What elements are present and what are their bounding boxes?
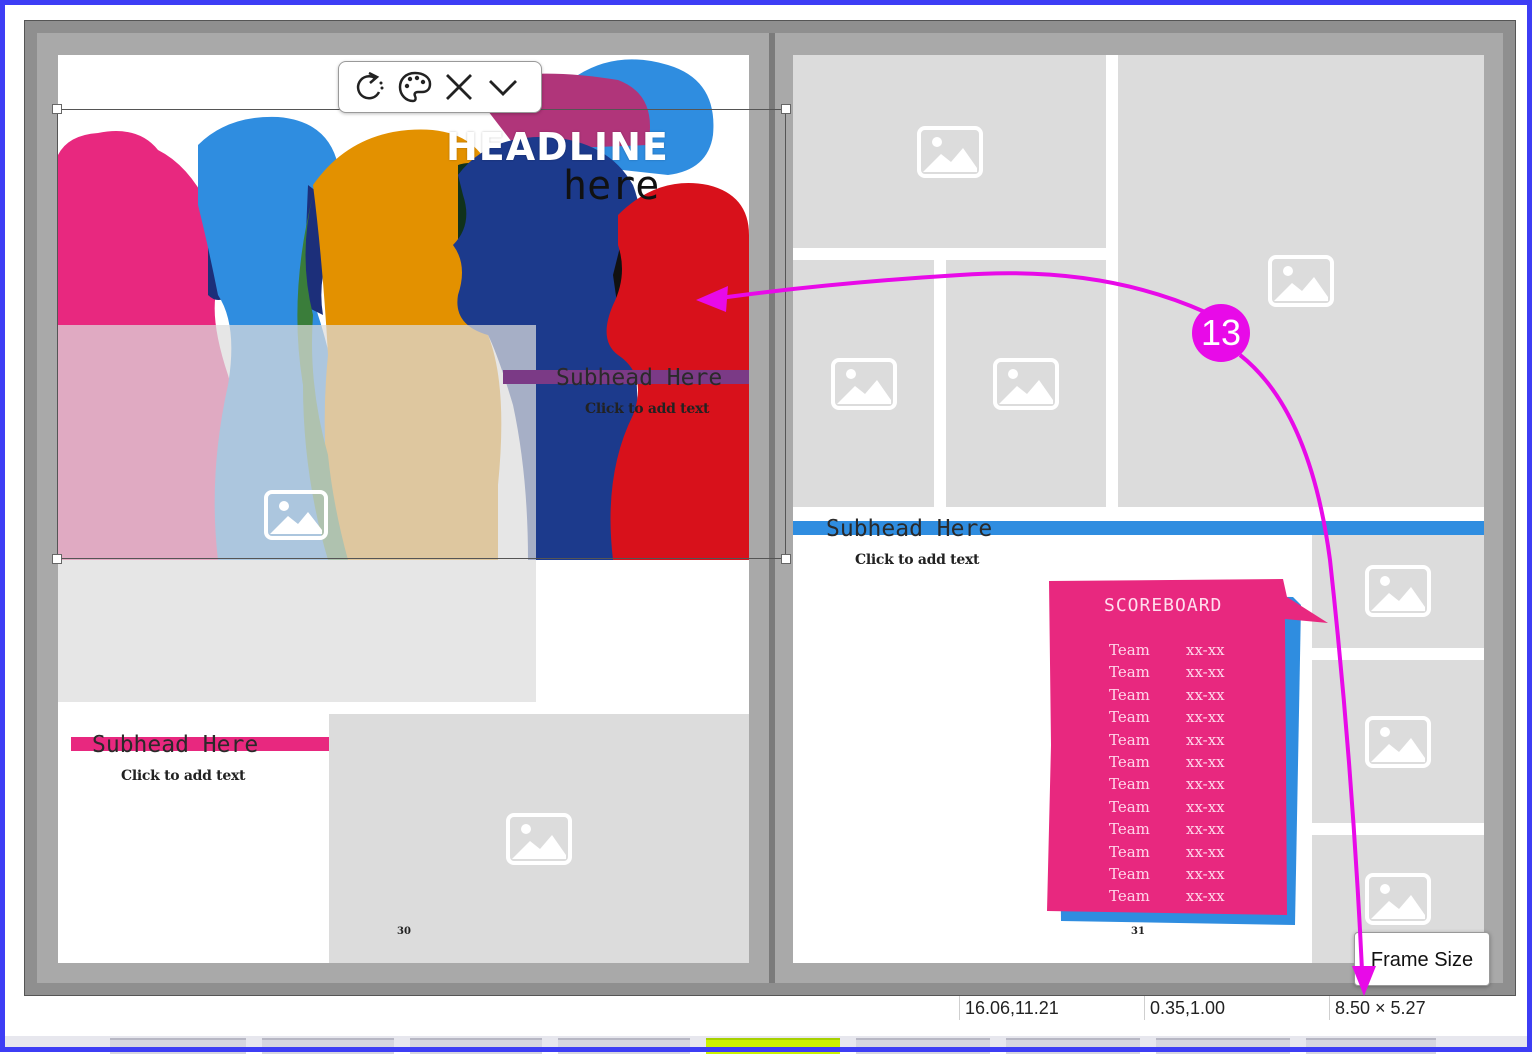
image-placeholder[interactable] <box>1118 55 1484 507</box>
resize-handle-bottom-left[interactable] <box>52 554 62 564</box>
scoreboard-team[interactable]: Team <box>1109 641 1150 659</box>
offset-readout: 0.35,1.00 <box>1150 998 1226 1018</box>
scoreboard-score[interactable]: xx-xx <box>1186 731 1225 749</box>
scoreboard-team[interactable]: Team <box>1109 887 1150 905</box>
click-to-add-text[interactable]: Click to add text <box>855 552 979 568</box>
scoreboard-score[interactable]: xx-xx <box>1186 820 1225 838</box>
click-to-add-text[interactable]: Click to add text <box>121 768 245 784</box>
subhead-text[interactable]: Subhead Here <box>92 732 258 758</box>
scoreboard-team[interactable]: Team <box>1109 663 1150 681</box>
scoreboard-score[interactable]: xx-xx <box>1186 663 1225 681</box>
image-icon <box>830 357 897 410</box>
bottom-toolbar-strip <box>0 1036 1532 1054</box>
scoreboard-score[interactable]: xx-xx <box>1186 753 1225 771</box>
palette-icon <box>398 71 432 103</box>
subhead-text[interactable]: Subhead Here <box>556 365 722 391</box>
page-number: 30 <box>397 926 411 937</box>
scoreboard-score[interactable]: xx-xx <box>1186 843 1225 861</box>
click-to-add-text[interactable]: Click to add text <box>585 401 709 417</box>
scoreboard-team[interactable]: Team <box>1109 753 1150 771</box>
scoreboard-title[interactable]: SCOREBOARD <box>1104 595 1222 616</box>
image-placeholder[interactable] <box>793 260 934 507</box>
scoreboard-score[interactable]: xx-xx <box>1186 708 1225 726</box>
scoreboard-score[interactable]: xx-xx <box>1186 641 1225 659</box>
status-bar: 16.06,11.21 0.35,1.00 8.50 × 5.27 <box>24 996 1516 1020</box>
image-icon <box>916 125 983 178</box>
status-divider <box>1329 996 1330 1020</box>
image-icon <box>1365 715 1431 768</box>
image-icon <box>993 357 1059 410</box>
scoreboard-score[interactable]: xx-xx <box>1186 887 1225 905</box>
scoreboard-team[interactable]: Team <box>1109 820 1150 838</box>
scoreboard-team[interactable]: Team <box>1109 686 1150 704</box>
left-page[interactable]: HEADLINE here Subhead Here Click to add … <box>58 55 749 963</box>
resize-handle-bottom-right[interactable] <box>781 554 791 564</box>
rotate-icon <box>356 71 384 100</box>
scoreboard-score[interactable]: xx-xx <box>1186 798 1225 816</box>
status-divider <box>1144 996 1145 1020</box>
scoreboard-team[interactable]: Team <box>1109 798 1150 816</box>
image-placeholder[interactable] <box>946 260 1106 507</box>
scoreboard-score[interactable]: xx-xx <box>1186 686 1225 704</box>
scoreboard-team[interactable]: Team <box>1109 843 1150 861</box>
color-palette-button[interactable] <box>397 70 433 104</box>
frame-size-readout: 8.50 × 5.27 <box>1335 998 1426 1018</box>
image-icon <box>264 490 328 540</box>
spread-spine <box>769 33 775 983</box>
frame-toolbar <box>338 61 542 113</box>
rotate-button[interactable] <box>353 70 389 104</box>
scoreboard-team[interactable]: Team <box>1109 865 1150 883</box>
image-placeholder[interactable] <box>793 55 1106 248</box>
close-button[interactable] <box>441 70 477 104</box>
layout-workspace: HEADLINE here Subhead Here Click to add … <box>24 20 1516 996</box>
more-options-button[interactable] <box>485 70 521 104</box>
page-number: 31 <box>1131 926 1145 937</box>
scoreboard-team[interactable]: Team <box>1109 775 1150 793</box>
right-page[interactable]: Subhead Here Click to add text SCOREBOAR… <box>793 55 1484 963</box>
scoreboard-score[interactable]: xx-xx <box>1186 865 1225 883</box>
resize-handle-top-left[interactable] <box>52 104 62 114</box>
position-readout: 16.06,11.21 <box>965 998 1059 1018</box>
image-icon <box>1268 255 1334 307</box>
scoreboard-team[interactable]: Team <box>1109 708 1150 726</box>
headline-subtext[interactable]: here <box>563 163 659 209</box>
chevron-down-icon <box>489 80 517 96</box>
image-icon <box>1365 873 1431 925</box>
resize-handle-top-right[interactable] <box>781 104 791 114</box>
step-badge: 13 <box>1192 304 1250 362</box>
image-icon <box>506 812 572 865</box>
image-placeholder[interactable] <box>329 714 749 963</box>
close-icon <box>446 74 472 100</box>
scoreboard-team[interactable]: Team <box>1109 731 1150 749</box>
subhead-text[interactable]: Subhead Here <box>826 516 992 542</box>
frame-size-tooltip: Frame Size <box>1354 932 1490 986</box>
image-icon <box>1365 564 1431 617</box>
page-spread: HEADLINE here Subhead Here Click to add … <box>37 33 1503 983</box>
scoreboard-score[interactable]: xx-xx <box>1186 775 1225 793</box>
status-divider <box>959 996 960 1020</box>
